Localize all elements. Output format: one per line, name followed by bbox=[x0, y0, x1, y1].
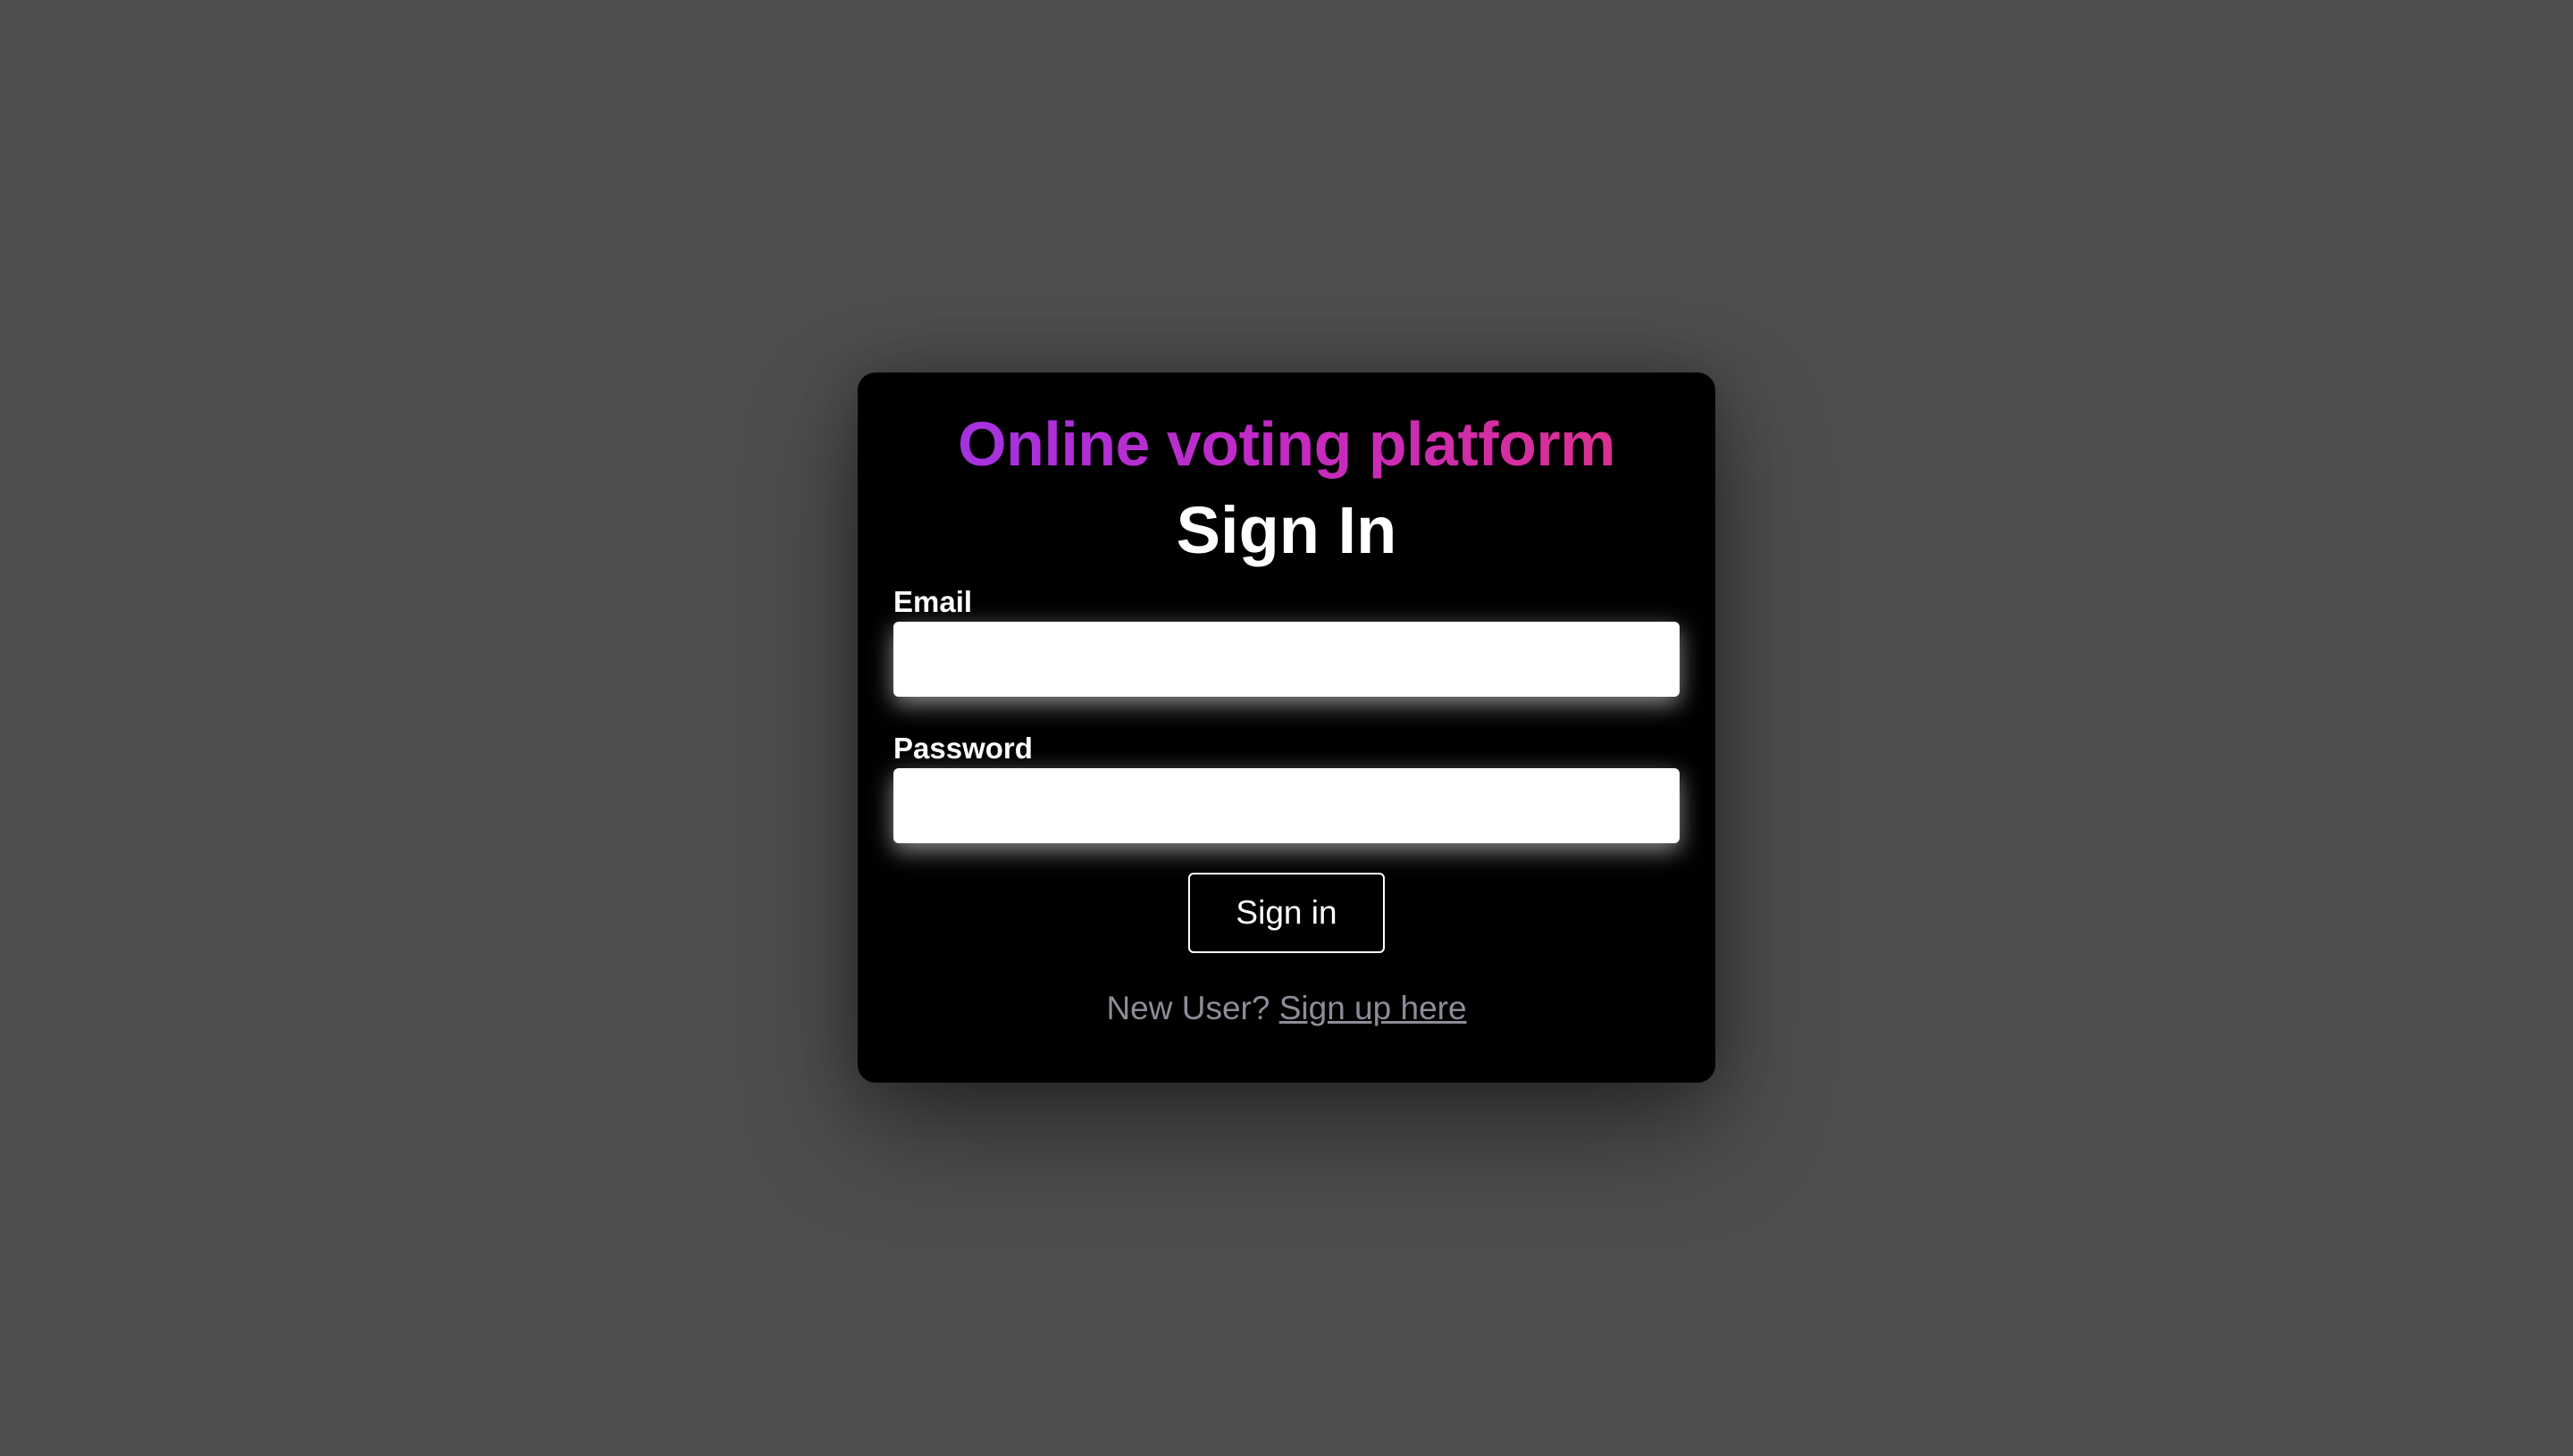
email-field[interactable] bbox=[893, 622, 1680, 697]
email-label: Email bbox=[893, 585, 973, 618]
form-heading: Sign In bbox=[1176, 493, 1397, 567]
app-title: Online voting platform bbox=[858, 406, 1715, 481]
sign-in-button[interactable]: Sign in bbox=[1188, 873, 1385, 953]
signin-card: Online voting platform Sign In Email Pas… bbox=[858, 372, 1715, 1083]
signup-prompt-text: New User? bbox=[1106, 990, 1270, 1026]
page-background: Online voting platform Sign In Email Pas… bbox=[0, 0, 2573, 1456]
sign-up-link[interactable]: Sign up here bbox=[1279, 990, 1467, 1026]
password-field[interactable] bbox=[893, 768, 1680, 843]
signup-prompt-row: New User? Sign up here bbox=[858, 989, 1715, 1028]
password-label: Password bbox=[893, 732, 1033, 765]
